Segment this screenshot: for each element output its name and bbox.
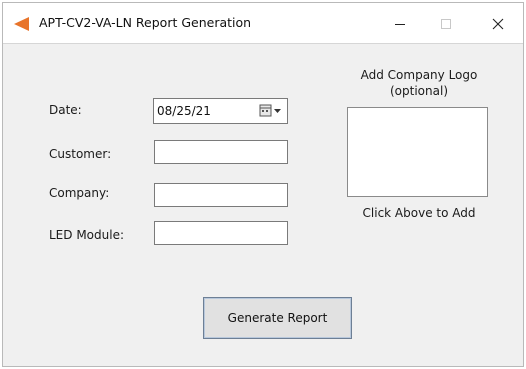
date-value: 08/25/21: [157, 104, 211, 118]
customer-input[interactable]: [154, 140, 288, 164]
minimize-button[interactable]: [377, 7, 423, 41]
title-bar[interactable]: APT-CV2-VA-LN Report Generation: [3, 3, 523, 43]
window-title: APT-CV2-VA-LN Report Generation: [39, 15, 252, 30]
minimize-icon: [395, 24, 405, 25]
date-picker[interactable]: 08/25/21: [153, 98, 288, 124]
report-window: APT-CV2-VA-LN Report Generation Date: 08…: [2, 2, 524, 367]
logo-caption-line2: (optional): [390, 84, 448, 98]
company-input[interactable]: [154, 183, 288, 207]
logo-caption-line1: Add Company Logo: [360, 68, 478, 82]
company-logo-picture-box[interactable]: [347, 107, 488, 197]
company-label: Company:: [49, 186, 110, 200]
logo-hint: Click Above to Add: [362, 206, 476, 220]
date-label: Date:: [49, 103, 82, 117]
generate-report-button[interactable]: Generate Report: [203, 297, 352, 339]
form-panel: Date: 08/25/21 Customer: Company: LED Mo…: [3, 43, 523, 366]
close-icon: [492, 18, 504, 30]
maximize-icon: [441, 19, 451, 29]
maximize-button[interactable]: [423, 7, 469, 41]
close-button[interactable]: [475, 7, 521, 41]
logo-caption: Add Company Logo (optional): [343, 67, 495, 99]
app-icon: [14, 17, 29, 31]
customer-label: Customer:: [49, 147, 112, 161]
led-module-label: LED Module:: [49, 228, 124, 242]
led-module-input[interactable]: [154, 221, 288, 245]
calendar-dropdown-icon[interactable]: [259, 104, 283, 118]
